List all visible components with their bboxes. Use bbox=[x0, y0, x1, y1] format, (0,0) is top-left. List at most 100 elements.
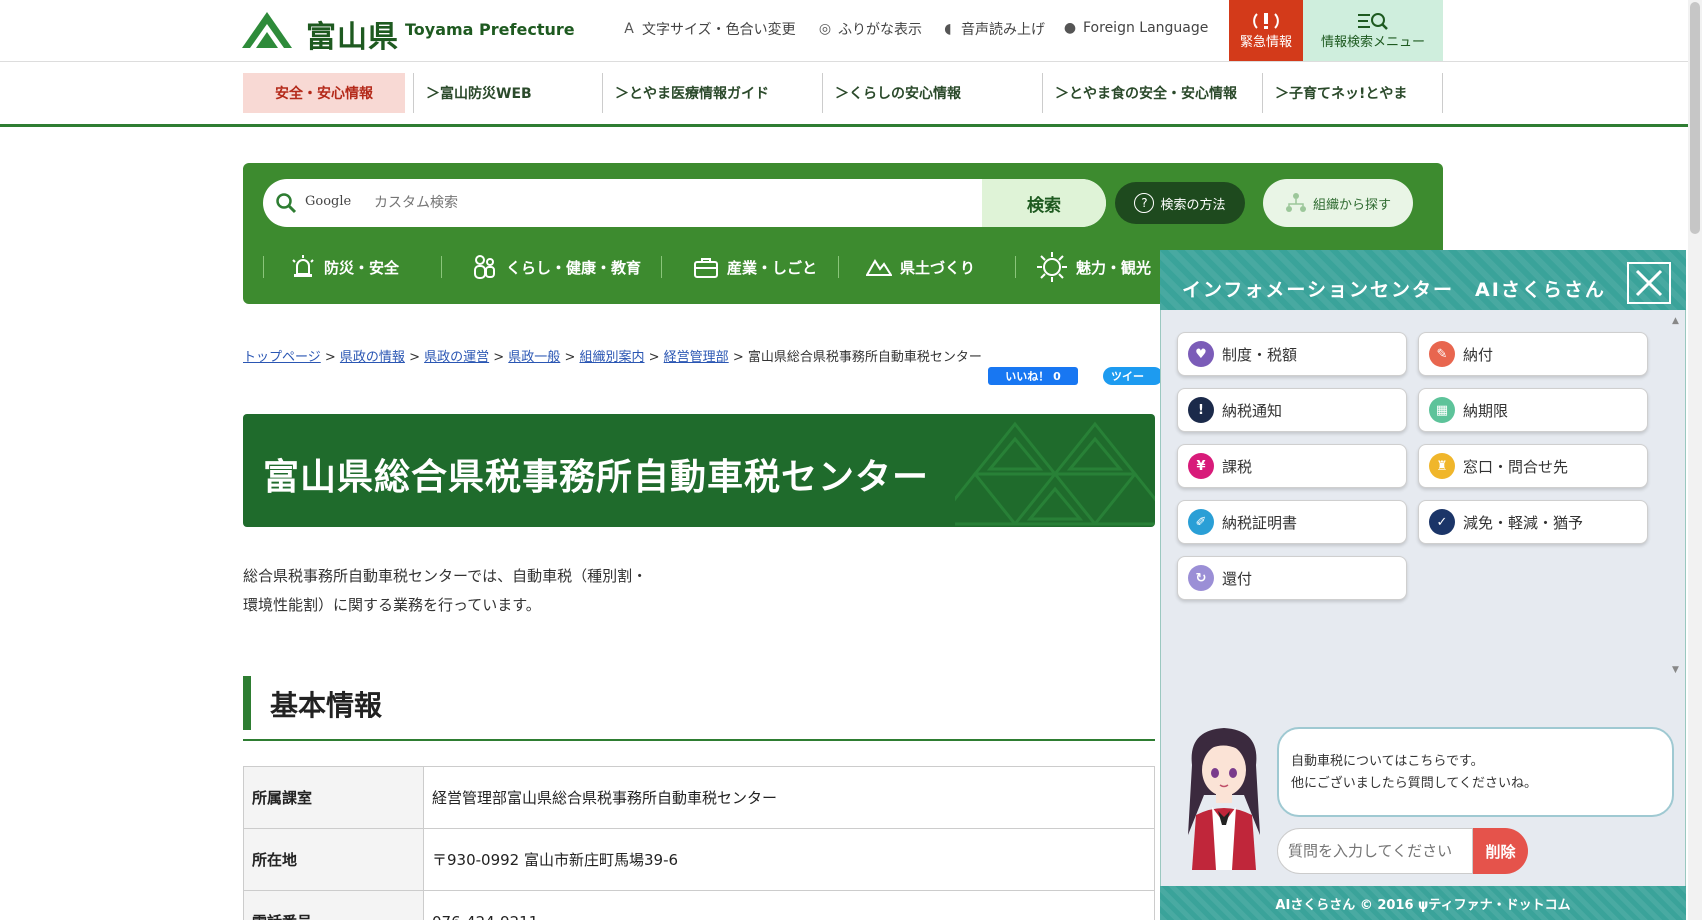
chat-option-chip[interactable]: ¥ 課税 bbox=[1177, 444, 1407, 488]
siren-icon bbox=[292, 255, 314, 277]
nav-divider bbox=[0, 124, 1688, 127]
prefecture-logo-icon[interactable] bbox=[242, 10, 292, 48]
table-label: 所在地 bbox=[243, 828, 424, 891]
chat-option-chip[interactable]: ✓ 減免・軽減・猶予 bbox=[1418, 500, 1648, 544]
furigana-icon: ◎ bbox=[818, 21, 832, 37]
chip-label: 制度・税額 bbox=[1222, 345, 1298, 364]
breadcrumb-prefecture-info[interactable]: 県政の情報 bbox=[340, 350, 405, 365]
page-title-banner: 富山県総合県税事務所自動車税センター bbox=[243, 414, 1155, 527]
chat-bubble: 自動車税についてはこちらです。 他にございましたら質問してくださいね。 bbox=[1277, 727, 1674, 817]
category-living[interactable]: くらし・健康・教育 bbox=[472, 250, 641, 284]
chip-label: 課税 bbox=[1222, 457, 1253, 476]
table-value: 076-424-9211 bbox=[423, 890, 1155, 920]
logo-text[interactable]: 富山県 bbox=[306, 12, 399, 56]
table-row: 電話番号076-424-9211 bbox=[243, 890, 1155, 920]
nav-food-safety[interactable]: ＞とやま食の安全・安心情報 bbox=[1043, 73, 1263, 113]
page-scrollbar-thumb[interactable] bbox=[1690, 2, 1700, 234]
chip-icon: ✓ bbox=[1429, 509, 1455, 535]
scroll-up-icon[interactable]: ▲ bbox=[1672, 316, 1679, 326]
chat-scrollbar[interactable] bbox=[1672, 318, 1684, 676]
breadcrumb-organization[interactable]: 組織別案内 bbox=[579, 350, 644, 365]
info-table: 所属課室 経営管理部富山県総合県税事務所自動車税センター 所在地 〒930-0992… bbox=[243, 766, 1155, 920]
nav-kosodate[interactable]: ＞子育てネッ!とやま bbox=[1263, 73, 1443, 113]
category-land[interactable]: 県土づくり bbox=[866, 250, 975, 284]
breadcrumb-top[interactable]: トップページ bbox=[243, 350, 321, 365]
breadcrumb-administration[interactable]: 県政の運営 bbox=[424, 350, 489, 365]
search-box: Google 検索 bbox=[263, 179, 1106, 227]
chip-label: 窓口・問合せ先 bbox=[1463, 457, 1569, 476]
nav-bousai-web[interactable]: ＞富山防災WEB bbox=[413, 73, 603, 113]
chip-icon: ♜ bbox=[1429, 453, 1455, 479]
category-divider bbox=[1015, 256, 1016, 278]
alert-icon bbox=[1253, 13, 1279, 29]
family-icon bbox=[474, 255, 495, 279]
breadcrumb-current: 富山県総合県税事務所自動車税センター bbox=[747, 350, 982, 365]
chat-title: インフォメーションセンター AIさくらさん bbox=[1182, 279, 1606, 301]
chip-label: 還付 bbox=[1222, 569, 1253, 588]
chip-label: 納付 bbox=[1463, 345, 1494, 364]
search-input[interactable] bbox=[263, 179, 1003, 227]
text-size-link[interactable]: A 文字サイズ・色合い変更 bbox=[620, 19, 795, 39]
org-search-button[interactable]: 組織から探す bbox=[1263, 179, 1413, 227]
sakura-avatar-icon bbox=[1188, 728, 1260, 870]
chat-option-chip[interactable]: ♥ 制度・税額 bbox=[1177, 332, 1407, 376]
search-menu-icon bbox=[1358, 13, 1388, 30]
category-disaster[interactable]: 防災・安全 bbox=[290, 250, 399, 284]
category-divider bbox=[263, 256, 264, 278]
sun-icon bbox=[1037, 252, 1067, 282]
chat-option-chip[interactable]: ▦ 納期限 bbox=[1418, 388, 1648, 432]
chip-label: 納期限 bbox=[1463, 401, 1509, 420]
chip-label: 納税通知 bbox=[1222, 401, 1283, 420]
table-label: 電話番号 bbox=[243, 890, 424, 920]
chat-close-button[interactable] bbox=[1627, 262, 1671, 304]
search-menu-button[interactable]: 情報検索メニュー bbox=[1303, 0, 1443, 61]
chat-option-chip[interactable]: ↻ 還付 bbox=[1177, 556, 1407, 600]
chip-icon: ↻ bbox=[1188, 565, 1214, 591]
breadcrumb-management[interactable]: 経営管理部 bbox=[664, 350, 729, 365]
chip-icon: ¥ bbox=[1188, 453, 1214, 479]
table-value: 〒930-0992 富山市新庄町馬場39-6 bbox=[423, 828, 1155, 891]
table-value: 経営管理部富山県総合県税事務所自動車税センター bbox=[423, 766, 1155, 829]
chip-icon: ✐ bbox=[1188, 509, 1214, 535]
chip-icon: ♥ bbox=[1188, 341, 1214, 367]
close-icon bbox=[1635, 269, 1663, 297]
mountain-icon bbox=[866, 259, 892, 276]
chat-option-chip[interactable]: ✐ 納税証明書 bbox=[1177, 500, 1407, 544]
org-chart-icon bbox=[1285, 193, 1306, 212]
chat-question-input[interactable] bbox=[1277, 828, 1473, 874]
table-row: 所在地 〒930-0992 富山市新庄町馬場39-6 bbox=[243, 828, 1155, 891]
table-label: 所属課室 bbox=[243, 766, 424, 829]
intro-text: 総合県税事務所自動車税センターでは、自動車税（種別割・ 環境性能割）に関する業務… bbox=[243, 567, 648, 614]
chat-option-chip[interactable]: ✎ 納付 bbox=[1418, 332, 1648, 376]
nav-living-safety[interactable]: ＞くらしの安心情報 bbox=[823, 73, 1043, 113]
logo-english[interactable]: Toyama Prefecture bbox=[405, 20, 575, 39]
chip-label: 納税証明書 bbox=[1222, 513, 1298, 532]
emergency-button[interactable]: 緊急情報 bbox=[1229, 0, 1303, 61]
search-method-button[interactable]: ? 検索の方法 bbox=[1115, 182, 1245, 224]
search-button[interactable]: 検索 bbox=[982, 179, 1106, 227]
category-tourism[interactable]: 魅力・観光 bbox=[1036, 250, 1151, 284]
voice-reading-link[interactable]: ◖ 音声読み上げ bbox=[939, 19, 1045, 39]
category-industry[interactable]: 産業・しごと bbox=[693, 250, 817, 284]
briefcase-icon bbox=[694, 258, 718, 278]
chat-option-chip[interactable]: ♜ 窓口・問合せ先 bbox=[1418, 444, 1648, 488]
scroll-down-icon[interactable]: ▼ bbox=[1672, 665, 1679, 675]
chat-option-chip[interactable]: ! 納税通知 bbox=[1177, 388, 1407, 432]
chip-label: 減免・軽減・猶予 bbox=[1463, 513, 1584, 532]
section-divider bbox=[243, 739, 1155, 741]
chat-delete-button[interactable]: 削除 bbox=[1473, 828, 1528, 874]
category-divider bbox=[441, 256, 442, 278]
tweet-button[interactable]: ツイー bbox=[1103, 367, 1163, 385]
header-divider bbox=[0, 61, 1688, 62]
category-divider bbox=[838, 256, 839, 278]
facebook-like-button[interactable]: いいね！ 0 bbox=[988, 367, 1078, 385]
decorative-pattern-icon bbox=[955, 421, 1155, 526]
chip-icon: ✎ bbox=[1429, 341, 1455, 367]
nav-medical-guide[interactable]: ＞とやま医療情報ガイド bbox=[603, 73, 823, 113]
breadcrumb-general[interactable]: 県政一般 bbox=[508, 350, 560, 365]
section-heading: 基本情報 bbox=[270, 689, 383, 722]
furigana-link[interactable]: ◎ ふりがな表示 bbox=[816, 19, 922, 39]
foreign-language-link[interactable]: ● Foreign Language bbox=[1061, 19, 1208, 37]
nav-safety[interactable]: 安全・安心情報 bbox=[243, 73, 405, 113]
section-heading-bar bbox=[243, 676, 251, 730]
